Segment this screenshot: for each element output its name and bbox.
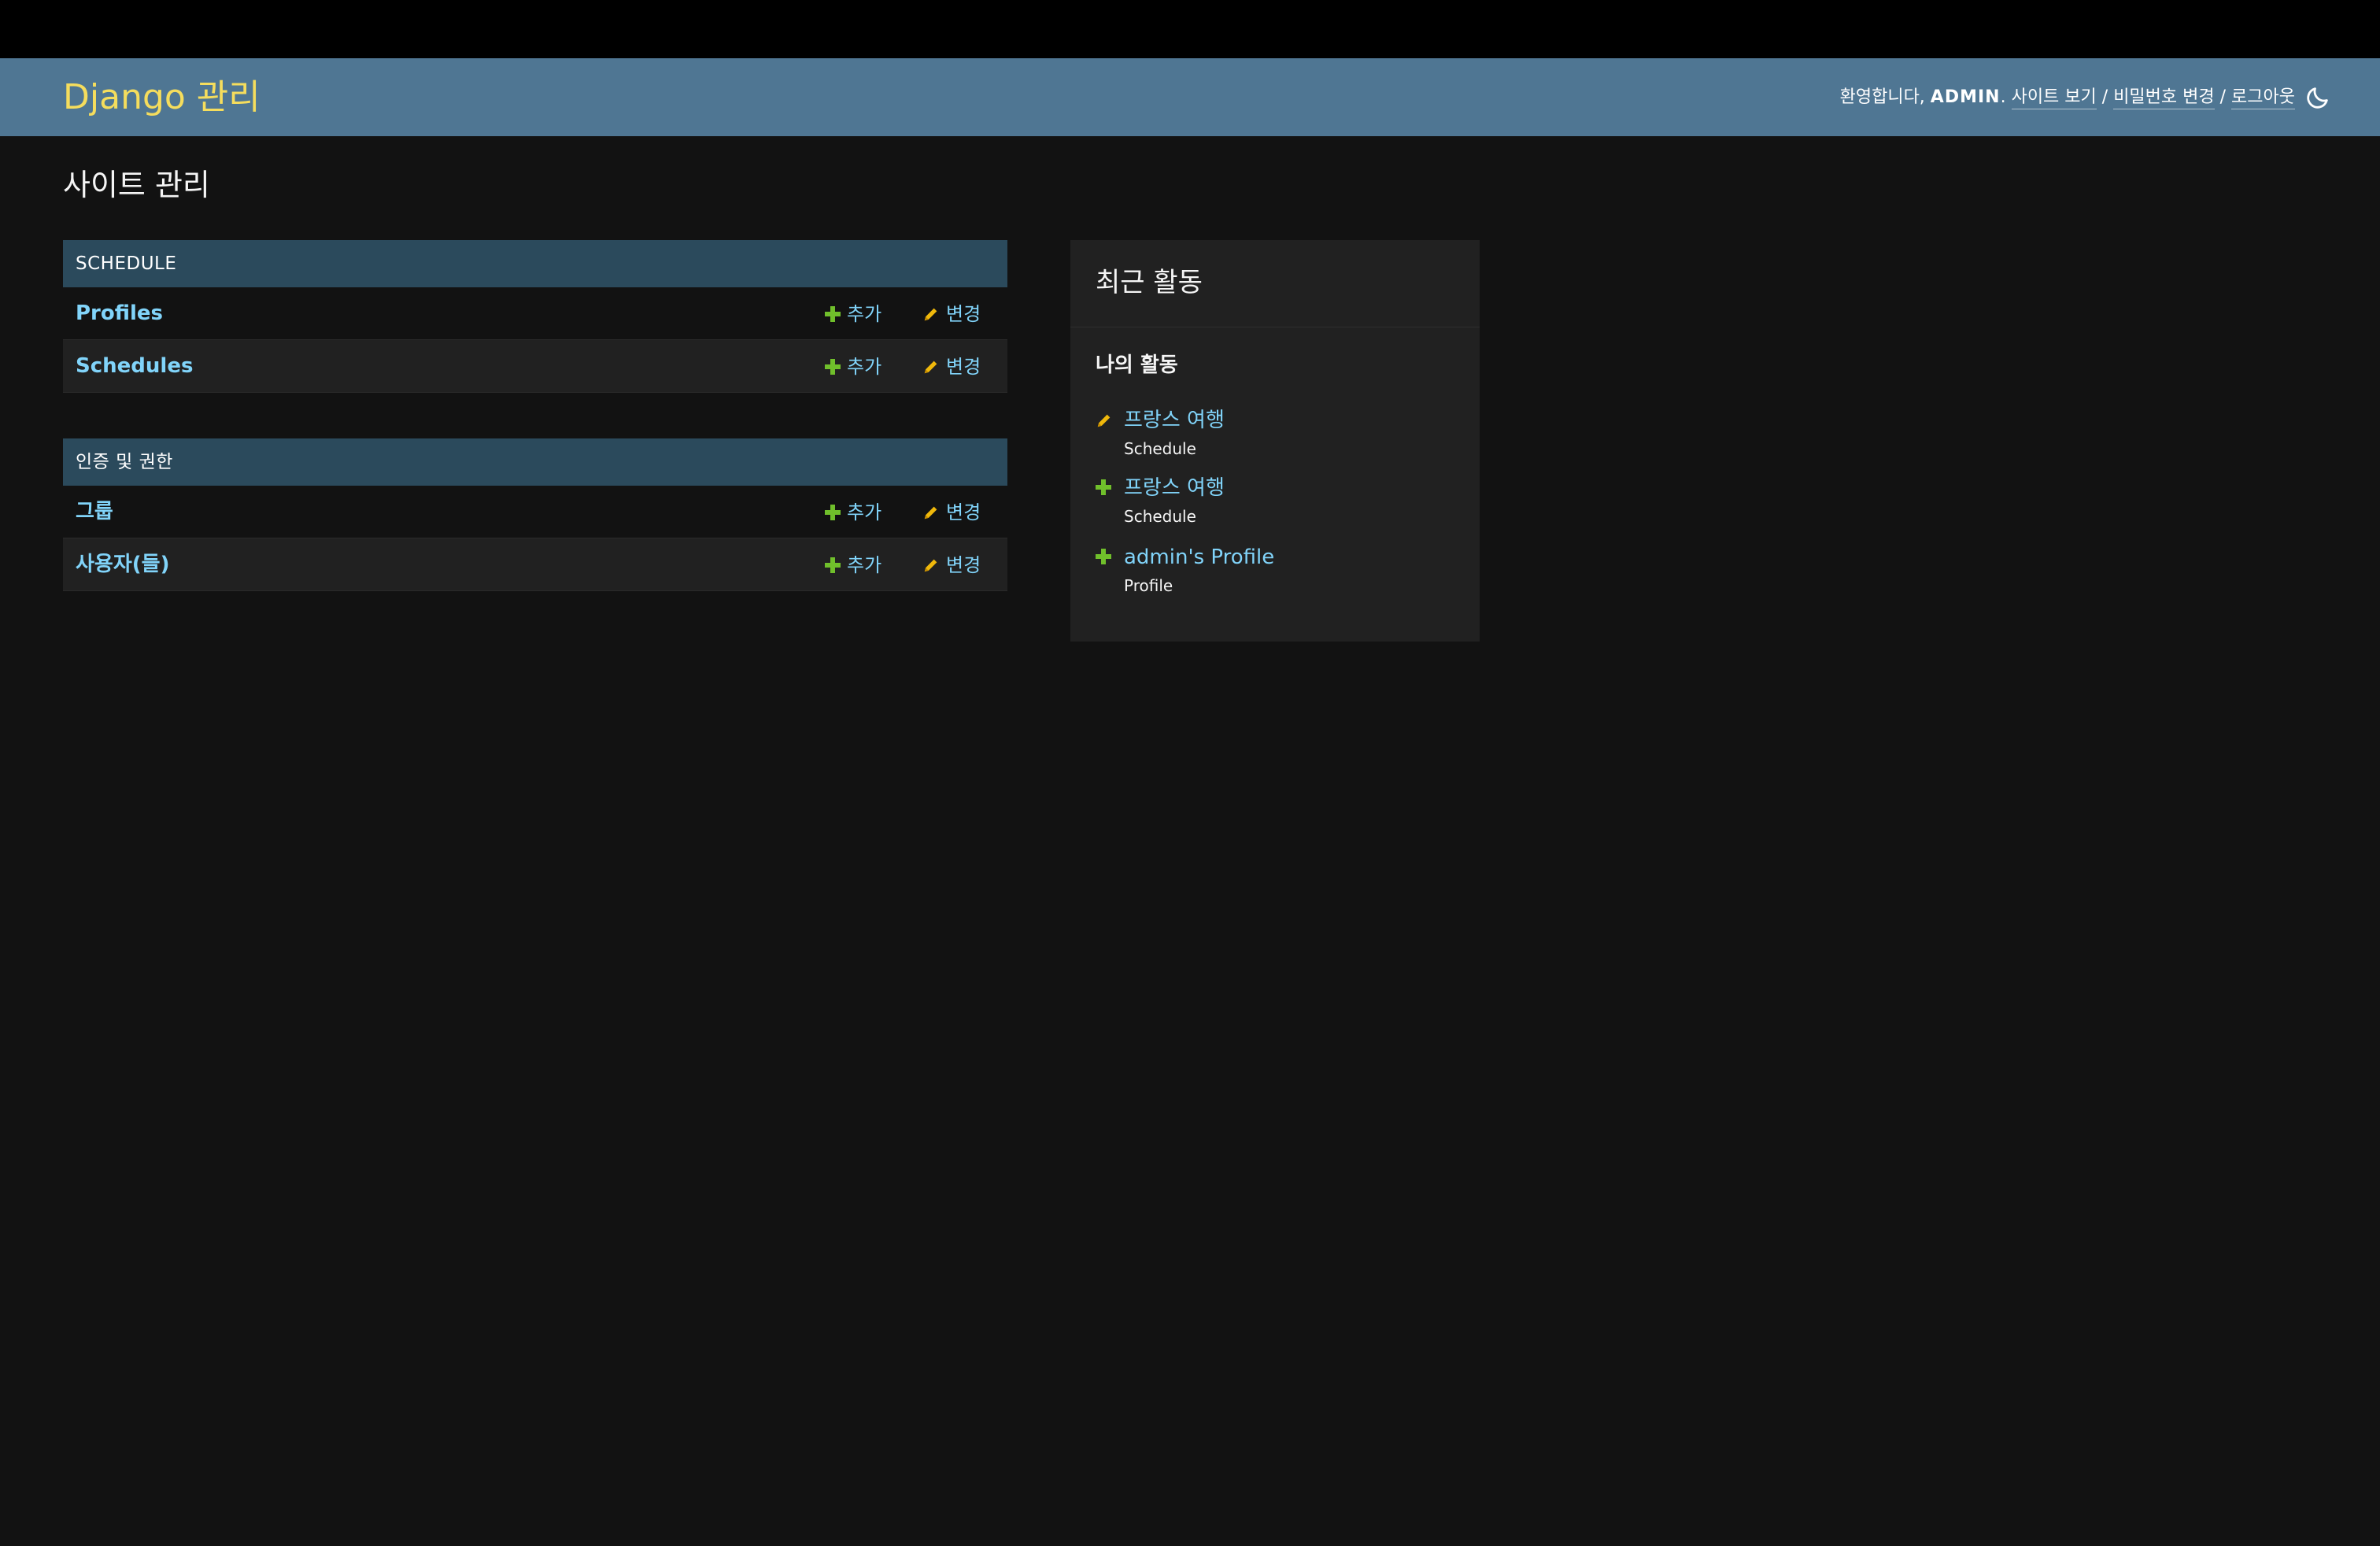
model-link-groups[interactable]: 그룹 — [76, 498, 113, 525]
pencil-icon — [924, 361, 937, 374]
table-row: Profiles 추가 변경 — [63, 287, 1007, 340]
add-label: 추가 — [847, 356, 882, 378]
change-label: 변경 — [946, 501, 981, 523]
username: ADMIN — [1930, 87, 2001, 107]
module-caption-label: SCHEDULE — [76, 253, 177, 274]
add-button[interactable]: 추가 — [825, 500, 881, 525]
table-row: 사용자(들) 추가 변경 — [63, 538, 1007, 591]
separator: / — [2214, 87, 2232, 107]
change-label: 변경 — [946, 554, 981, 576]
recent-action-type: Schedule — [1124, 439, 1196, 458]
logout-link[interactable]: 로그아웃 — [2231, 87, 2295, 109]
table-row: 그룹 추가 변경 — [63, 486, 1007, 538]
change-label: 변경 — [946, 356, 981, 378]
module-caption[interactable]: 인증 및 권한 — [63, 438, 1007, 486]
my-actions-title: 나의 활동 — [1096, 353, 1178, 377]
recent-action-type: Profile — [1124, 576, 1173, 595]
view-site-link[interactable]: 사이트 보기 — [2011, 87, 2097, 109]
separator: / — [2096, 87, 2114, 107]
table-row: Schedules 추가 변경 — [63, 340, 1007, 393]
module-schedule: SCHEDULE Profiles 추가 변경 Schedules 추가 변경 — [63, 240, 1007, 393]
add-button[interactable]: 추가 — [825, 354, 881, 379]
plus-icon — [1096, 479, 1111, 495]
theme-toggle-button[interactable] — [2304, 84, 2331, 111]
change-password-link[interactable]: 비밀번호 변경 — [2113, 87, 2215, 109]
change-button[interactable]: 변경 — [922, 553, 981, 578]
model-link-users[interactable]: 사용자(들) — [76, 551, 169, 578]
recent-actions-panel: 최근 활동 나의 활동 프랑스 여행 Schedule 프랑스 여행 Sched… — [1070, 240, 1480, 642]
plus-icon — [825, 359, 841, 375]
username-suffix: . — [2000, 87, 2012, 107]
page-title: 사이트 관리 — [63, 168, 210, 202]
top-black-bar — [0, 0, 2380, 58]
add-label: 추가 — [847, 554, 882, 576]
model-link-schedules[interactable]: Schedules — [76, 353, 193, 379]
user-tools: 환영합니다, ADMIN. 사이트 보기 / 비밀번호 변경 / 로그아웃 — [1840, 85, 2295, 110]
pencil-icon — [924, 506, 937, 520]
site-header: Django 관리 환영합니다, ADMIN. 사이트 보기 / 비밀번호 변경… — [0, 58, 2380, 136]
change-button[interactable]: 변경 — [922, 301, 981, 327]
add-button[interactable]: 추가 — [825, 301, 881, 327]
site-brand-link[interactable]: Django 관리 — [63, 76, 261, 120]
pencil-icon — [1097, 414, 1111, 427]
change-button[interactable]: 변경 — [922, 354, 981, 379]
add-button[interactable]: 추가 — [825, 553, 881, 578]
change-button[interactable]: 변경 — [922, 500, 981, 525]
plus-icon — [825, 505, 841, 520]
change-label: 변경 — [946, 303, 981, 325]
pencil-icon — [924, 559, 937, 572]
add-label: 추가 — [847, 303, 882, 325]
recent-action-link[interactable]: 프랑스 여행 — [1124, 407, 1225, 434]
module-caption-label: 인증 및 권한 — [76, 452, 173, 472]
pencil-icon — [924, 308, 937, 321]
plus-icon — [825, 557, 841, 573]
recent-actions-title: 최근 활동 — [1096, 267, 1203, 298]
recent-action-link[interactable]: admin's Profile — [1124, 544, 1274, 571]
recent-action-type: Schedule — [1124, 507, 1196, 526]
welcome-text: 환영합니다, — [1839, 87, 1931, 107]
module-caption[interactable]: SCHEDULE — [63, 240, 1007, 287]
module-auth: 인증 및 권한 그룹 추가 변경 사용자(들) 추가 변경 — [63, 438, 1007, 591]
add-label: 추가 — [847, 501, 882, 523]
plus-icon — [1096, 549, 1111, 564]
recent-action-link[interactable]: 프랑스 여행 — [1124, 475, 1225, 501]
model-link-profiles[interactable]: Profiles — [76, 300, 163, 327]
plus-icon — [825, 306, 841, 322]
moon-icon — [2307, 87, 2328, 109]
